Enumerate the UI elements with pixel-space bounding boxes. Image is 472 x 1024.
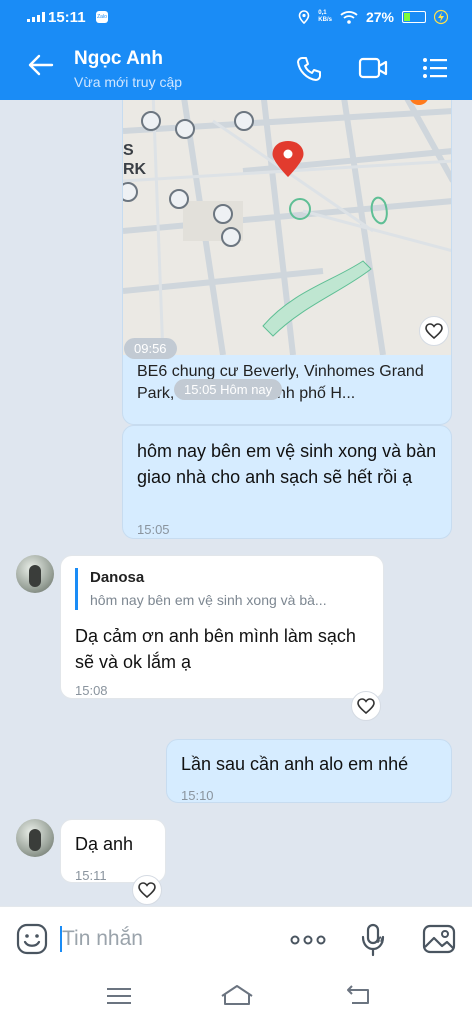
message-time-pill: 09:56 (124, 338, 177, 359)
message-text: Dạ cảm ơn anh bên mình làm sạch sẽ và ok… (75, 626, 356, 672)
map-preview[interactable] (123, 100, 452, 355)
their-message-bubble[interactable]: Danosa hôm nay bên em vệ sinh xong và bà… (60, 555, 384, 699)
react-heart-button[interactable] (132, 875, 162, 905)
my-message-bubble[interactable]: hôm nay bên em vệ sinh xong và bàn giao … (122, 425, 452, 539)
image-gallery-icon[interactable] (422, 923, 456, 955)
their-message-bubble[interactable]: Dạ anh 15:11 (60, 819, 166, 883)
location-card[interactable]: S RK BE6 chung cư Beverly, Vinhomes Gran… (122, 100, 452, 425)
location-icon (298, 10, 310, 24)
video-call-icon[interactable] (358, 56, 388, 80)
quoted-sender-name: Danosa (90, 569, 145, 586)
back-arrow-icon[interactable] (28, 54, 54, 76)
quoted-message[interactable]: Danosa hôm nay bên em vệ sinh xong và bà… (75, 568, 327, 610)
network-speed: 0,1 KB/s (318, 10, 332, 23)
svg-text:A: A (377, 935, 384, 945)
heart-icon (425, 323, 443, 339)
message-time: 15:10 (181, 788, 214, 803)
contact-status: Vừa mới truy cập (74, 74, 183, 90)
react-heart-button[interactable] (419, 316, 449, 346)
message-time: 15:11 (75, 868, 107, 883)
menu-list-icon[interactable] (422, 56, 448, 80)
my-message-bubble[interactable]: Lần sau cần anh alo em nhé 15:10 (166, 739, 452, 803)
contact-avatar[interactable] (16, 819, 54, 857)
status-bar: 15:11 Zalo 0,1 KB/s 27% (0, 0, 472, 36)
recent-apps-icon[interactable] (106, 986, 132, 1006)
system-navigation-bar (0, 970, 472, 1024)
more-options-icon[interactable] (290, 935, 326, 945)
heart-icon (357, 698, 375, 714)
map-label: S RK (123, 142, 147, 178)
message-text: hôm nay bên em vệ sinh xong và bàn giao … (137, 441, 437, 487)
contact-name[interactable]: Ngọc Anh (74, 48, 163, 70)
message-composer: Tin nhắn A (0, 906, 472, 970)
status-time: 15:11 (48, 9, 86, 26)
zalo-notification-icon: Zalo (96, 11, 108, 23)
home-icon[interactable] (220, 984, 254, 1006)
back-nav-icon[interactable] (346, 984, 372, 1006)
battery-percent: 27% (365, 9, 394, 25)
chat-header: Ngọc Anh Vừa mới truy cập (0, 36, 472, 100)
chat-area[interactable]: S RK BE6 chung cư Beverly, Vinhomes Gran… (0, 100, 472, 906)
message-text: Dạ anh (75, 834, 134, 854)
message-time: 15:08 (75, 683, 108, 698)
phone-call-icon[interactable] (296, 56, 322, 82)
signal-icon (27, 12, 45, 22)
react-heart-button[interactable] (351, 691, 381, 721)
quoted-text: hôm nay bên em vệ sinh xong và bà... (90, 592, 327, 608)
date-divider: 15:05 Hôm nay (174, 379, 283, 400)
charging-icon (434, 9, 448, 25)
voice-message-icon[interactable]: A (360, 923, 388, 957)
heart-icon (138, 882, 156, 898)
message-text: Lần sau cần anh alo em nhé (181, 754, 409, 774)
wifi-icon (340, 11, 358, 24)
message-time: 15:05 (137, 522, 170, 537)
contact-avatar[interactable] (16, 555, 54, 593)
battery-icon (402, 11, 426, 23)
sticker-icon[interactable] (16, 923, 48, 955)
message-input[interactable]: Tin nhắn (62, 927, 272, 951)
